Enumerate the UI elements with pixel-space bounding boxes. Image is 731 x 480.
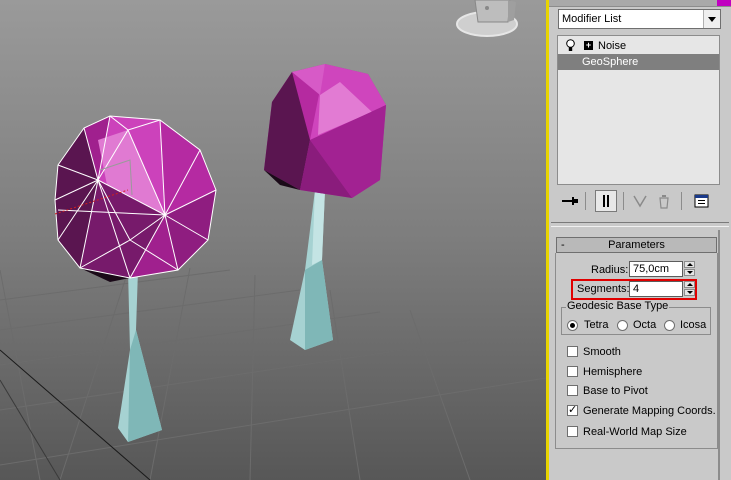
parameters-rollout-header[interactable]: - Parameters: [556, 237, 717, 253]
radius-spinner[interactable]: [684, 261, 695, 277]
base-to-pivot-checkbox[interactable]: [567, 385, 578, 396]
generate-mapping-coords-label: Generate Mapping Coords.: [583, 405, 716, 417]
stack-item-noise[interactable]: + Noise: [558, 38, 719, 54]
radio-tetra-label: Tetra: [584, 319, 609, 331]
panel-scrollbar[interactable]: [718, 230, 720, 480]
stack-item-geosphere[interactable]: GeoSphere: [558, 54, 719, 70]
hemisphere-label: Hemisphere: [583, 366, 643, 378]
radio-octa-label: Octa: [633, 319, 657, 331]
modifier-list-dropdown[interactable]: Modifier List: [558, 9, 721, 29]
radius-label: Radius:: [591, 264, 629, 276]
real-world-map-size-checkbox[interactable]: [567, 426, 578, 437]
rollout-title: Parameters: [608, 239, 665, 251]
smooth-label: Smooth: [583, 346, 621, 358]
panel-tabstrip[interactable]: [549, 0, 731, 7]
remove-modifier-icon[interactable]: [653, 190, 675, 212]
radius-input[interactable]: 75,0cm: [629, 261, 683, 277]
hemisphere-checkbox[interactable]: [567, 366, 578, 377]
generate-mapping-coords-checkbox[interactable]: [567, 403, 578, 416]
viewport-scene: [0, 0, 546, 480]
chevron-down-icon[interactable]: [703, 10, 720, 28]
stack-toolbar: [549, 188, 731, 214]
radio-tetra[interactable]: [567, 320, 578, 331]
geodesic-base-type-group: Geodesic Base Type Tetra Octa Icosa: [561, 300, 711, 335]
command-panel: Modifier List + Noise GeoSphere - Parame…: [549, 0, 731, 480]
panel-separator: [551, 222, 729, 227]
geodesic-group-title: Geodesic Base Type: [566, 300, 670, 312]
pin-stack-icon[interactable]: [559, 190, 581, 212]
real-world-map-size-label: Real-World Map Size: [583, 426, 687, 438]
radio-octa[interactable]: [617, 320, 628, 331]
smooth-checkbox[interactable]: [567, 346, 578, 357]
radio-icosa[interactable]: [664, 320, 675, 331]
viewport-perspective[interactable]: [0, 0, 546, 480]
stack-item-label: Noise: [598, 40, 627, 52]
lightbulb-icon[interactable]: [566, 39, 575, 52]
show-end-result-button[interactable]: [595, 190, 617, 212]
segments-highlight-box: [571, 279, 697, 300]
make-unique-icon[interactable]: [629, 190, 651, 212]
utilities-tab[interactable]: [717, 0, 731, 6]
base-to-pivot-label: Base to Pivot: [583, 385, 648, 397]
modifier-list-label: Modifier List: [562, 13, 622, 25]
stack-item-label: GeoSphere: [582, 56, 639, 68]
show-end-result-icon: [603, 195, 609, 207]
radio-icosa-label: Icosa: [680, 319, 707, 331]
expand-plus-icon[interactable]: +: [584, 41, 593, 50]
modifier-stack[interactable]: + Noise GeoSphere: [557, 35, 720, 185]
configure-modifier-sets-icon[interactable]: [691, 190, 713, 212]
